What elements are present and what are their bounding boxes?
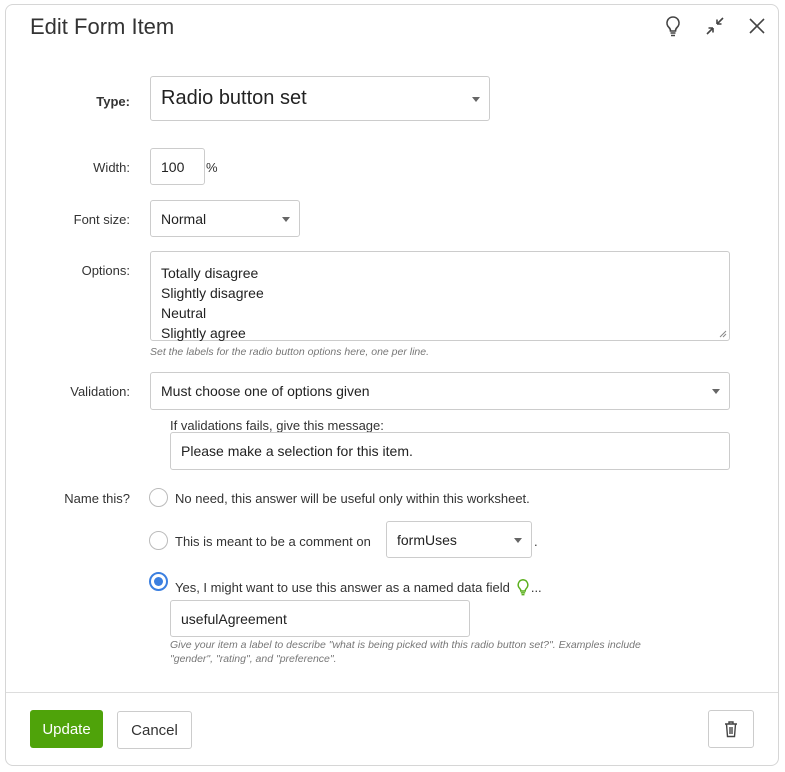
options-textarea[interactable]: Totally disagree Slightly disagree Neutr…	[150, 251, 730, 341]
dialog-title: Edit Form Item	[30, 14, 175, 39]
named-field-value: usefulAgreement	[181, 610, 287, 627]
validation-value: Must choose one of options given	[161, 383, 370, 399]
cancel-button[interactable]: Cancel	[117, 711, 192, 749]
lightbulb-icon[interactable]	[515, 578, 531, 596]
type-select[interactable]: Radio button set	[150, 76, 490, 121]
option-line: Slightly agree	[161, 325, 246, 341]
radio-comment-label: This is meant to be a comment on	[175, 534, 371, 549]
update-button[interactable]: Update	[30, 710, 103, 748]
comment-target-select[interactable]: formUses	[386, 521, 532, 558]
font-size-label: Font size:	[73, 212, 130, 227]
width-label: Width:	[93, 160, 130, 175]
lightbulb-icon[interactable]	[662, 15, 684, 37]
named-field-help-1: Give your item a label to describe "what…	[170, 639, 641, 651]
validation-select[interactable]: Must choose one of options given	[150, 372, 730, 410]
named-field-suffix: ...	[530, 579, 542, 595]
option-line: Neutral	[161, 305, 207, 321]
chevron-down-icon	[472, 96, 480, 102]
radio-named-field[interactable]	[149, 572, 168, 591]
trash-icon	[725, 721, 737, 738]
option-line: Totally disagree	[161, 265, 259, 281]
chevron-down-icon	[282, 216, 290, 222]
delete-button[interactable]	[708, 710, 754, 748]
width-unit: %	[206, 160, 218, 175]
name-this-label: Name this?	[64, 491, 130, 506]
radio-comment[interactable]	[149, 531, 168, 550]
type-label: Type:	[96, 94, 130, 109]
radio-no-need[interactable]	[149, 488, 168, 507]
type-select-value: Radio button set	[161, 87, 307, 109]
radio-no-need-label: No need, this answer will be useful only…	[175, 491, 530, 506]
named-field-help-2: "gender", "rating", and "preference".	[170, 653, 337, 665]
validation-message-label: If validations fails, give this message:	[170, 418, 384, 433]
footer-divider	[6, 692, 778, 693]
chevron-down-icon	[514, 537, 522, 543]
resize-handle-icon[interactable]	[719, 330, 727, 338]
validation-message-input[interactable]: Please make a selection for this item.	[170, 432, 730, 470]
width-input[interactable]: 100	[150, 148, 205, 185]
chevron-down-icon	[712, 389, 720, 394]
named-field-input[interactable]: usefulAgreement	[170, 600, 470, 637]
options-label: Options:	[81, 263, 130, 278]
options-help: Set the labels for the radio button opti…	[150, 346, 430, 358]
comment-target-value: formUses	[397, 531, 457, 548]
validation-message-value: Please make a selection for this item.	[181, 443, 413, 459]
comment-suffix: .	[534, 534, 538, 549]
font-size-select[interactable]: Normal	[150, 200, 300, 237]
radio-named-field-row: Yes, I might want to use this answer as …	[175, 578, 542, 596]
validation-label: Validation:	[70, 384, 130, 399]
option-line: Slightly disagree	[161, 285, 264, 301]
width-value: 100	[161, 158, 185, 175]
font-size-value: Normal	[161, 210, 207, 227]
radio-named-field-label: Yes, I might want to use this answer as …	[175, 579, 510, 595]
compress-icon[interactable]	[704, 15, 726, 37]
close-icon[interactable]	[746, 15, 768, 37]
